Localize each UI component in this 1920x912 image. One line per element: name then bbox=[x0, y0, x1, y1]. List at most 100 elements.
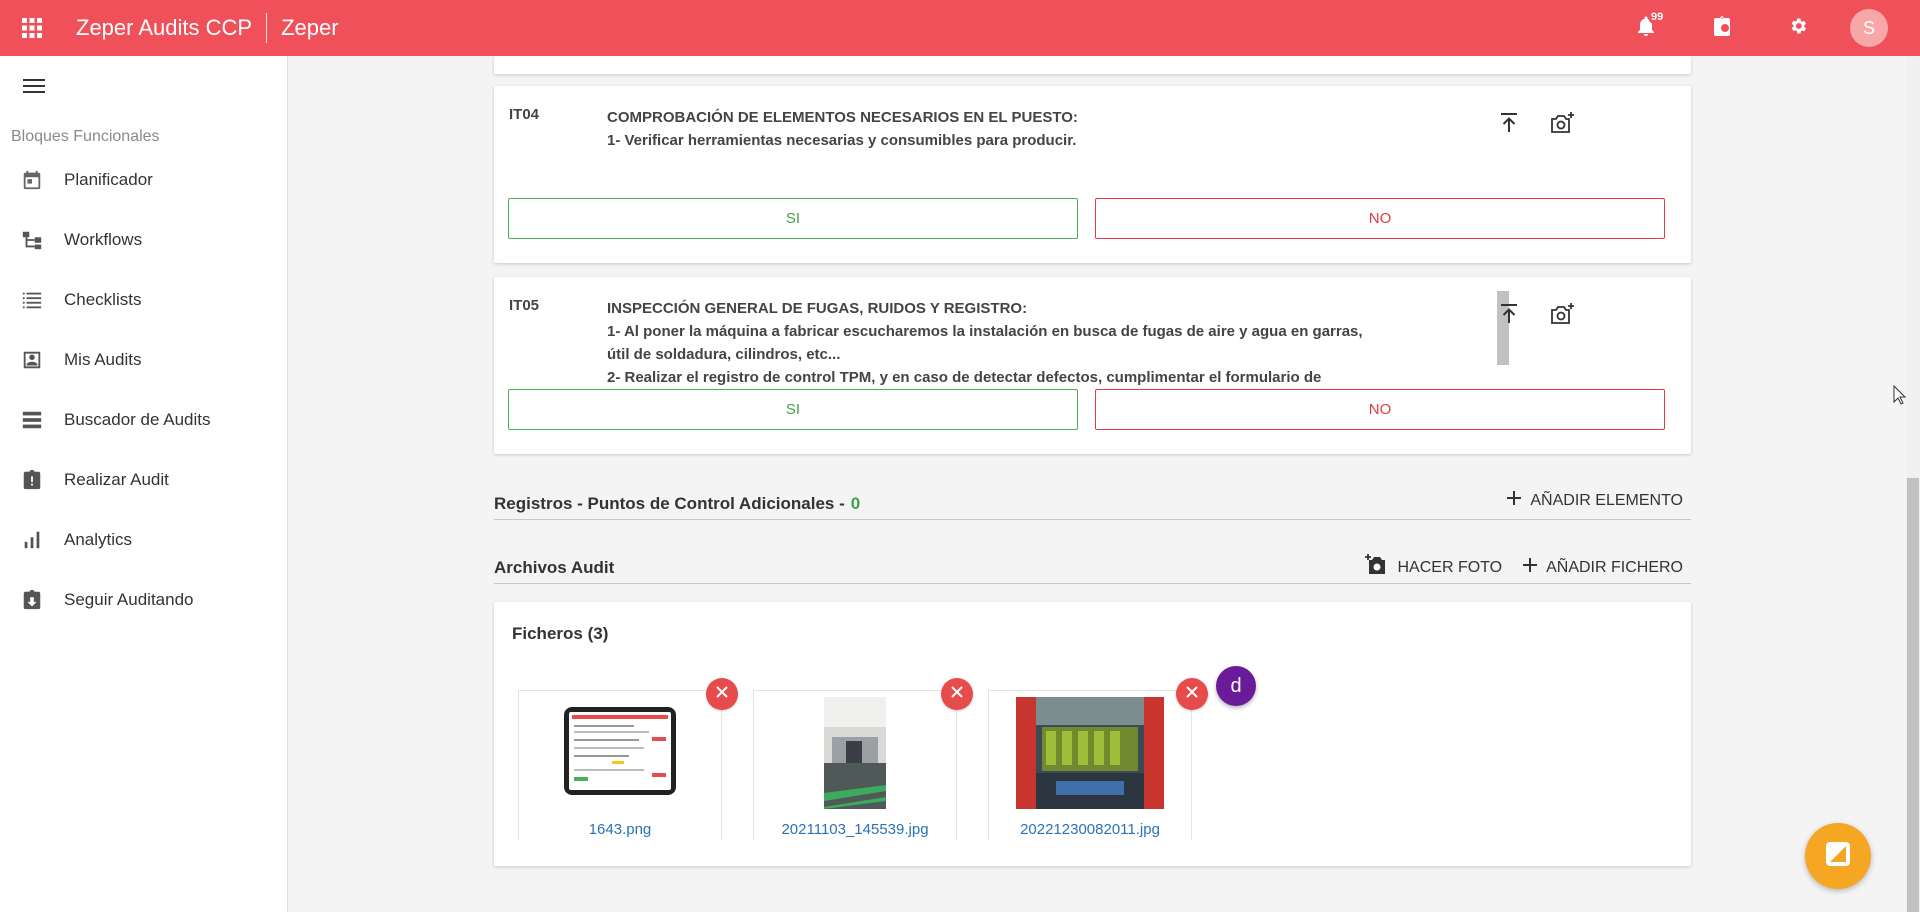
sidebar: Bloques Funcionales Planificador Workflo… bbox=[0, 56, 288, 912]
add-photo-icon[interactable] bbox=[1548, 108, 1578, 138]
add-file-button[interactable]: AÑADIR FICHERO bbox=[1522, 554, 1683, 581]
app-title-main: Zeper Audits bbox=[76, 15, 200, 40]
sidebar-item-label: Checklists bbox=[64, 290, 142, 309]
sidebar-item-label: Workflows bbox=[64, 230, 143, 249]
clipboard-download-icon bbox=[0, 589, 64, 611]
chat-logo-icon bbox=[1824, 840, 1852, 873]
file-item[interactable]: 20211103_145539.jpg bbox=[753, 690, 957, 840]
camera-add-icon bbox=[1365, 554, 1389, 581]
archivos-header: Archivos Audit HACER FOTO AÑADIR FICHERO bbox=[494, 552, 1691, 584]
page-scrollbar-thumb[interactable] bbox=[1907, 478, 1919, 912]
no-button[interactable]: NO bbox=[1095, 198, 1665, 239]
file-thumbnail[interactable] bbox=[564, 707, 676, 800]
file-name-link[interactable]: 20221230082011.jpg bbox=[989, 821, 1191, 838]
files-card: Ficheros (3) 1643.png 20211103_145539.jp… bbox=[494, 602, 1691, 866]
file-name-link[interactable]: 20211103_145539.jpg bbox=[754, 821, 956, 838]
question-line: INSPECCIÓN GENERAL DE FUGAS, RUIDOS Y RE… bbox=[607, 300, 1028, 317]
sidebar-section-label: Bloques Funcionales bbox=[11, 128, 160, 145]
notifications-button[interactable]: 99 bbox=[1608, 0, 1684, 56]
close-icon bbox=[1185, 685, 1199, 704]
close-icon bbox=[950, 685, 964, 704]
upload-icon[interactable] bbox=[1494, 299, 1524, 329]
calendar-icon bbox=[0, 169, 64, 191]
file-thumbnail[interactable] bbox=[1016, 697, 1164, 814]
plus-icon bbox=[1506, 490, 1522, 511]
page-scrollbar[interactable] bbox=[1906, 56, 1920, 912]
file-name-link[interactable]: 1643.png bbox=[519, 821, 721, 838]
sidebar-item-label: Buscador de Audits bbox=[64, 410, 211, 429]
add-element-label: AÑADIR ELEMENTO bbox=[1530, 491, 1683, 509]
registros-title: Registros - Puntos de Control Adicionale… bbox=[494, 493, 845, 513]
add-element-button[interactable]: AÑADIR ELEMENTO bbox=[1506, 490, 1683, 511]
storage-icon bbox=[0, 409, 64, 431]
list-icon bbox=[0, 289, 64, 311]
question-line: 2- Realizar el registro de control TPM, … bbox=[607, 369, 1322, 385]
sidebar-item-label: Realizar Audit bbox=[64, 470, 169, 489]
sidebar-item-label: Analytics bbox=[64, 530, 133, 549]
sidebar-item-analytics[interactable]: Analytics bbox=[0, 510, 288, 570]
sidebar-item-seguir-auditando[interactable]: Seguir Auditando bbox=[0, 570, 288, 630]
files-title: Ficheros (3) bbox=[512, 624, 609, 643]
apps-grid-icon[interactable] bbox=[0, 0, 64, 56]
top-app-bar: Zeper Audits CCP Zeper 99 S bbox=[0, 0, 1920, 56]
take-photo-button[interactable]: HACER FOTO bbox=[1365, 554, 1502, 581]
bar-chart-icon bbox=[0, 529, 64, 551]
sidebar-item-mis-audits[interactable]: Mis Audits bbox=[0, 330, 288, 390]
question-code: IT04 bbox=[509, 106, 540, 123]
sidebar-item-realizar-audit[interactable]: Realizar Audit bbox=[0, 450, 288, 510]
plus-icon bbox=[1522, 557, 1538, 578]
no-button[interactable]: NO bbox=[1095, 389, 1665, 430]
archivos-title: Archivos Audit bbox=[494, 557, 615, 577]
extension-chip[interactable]: d bbox=[1216, 666, 1256, 706]
sidebar-item-label: Planificador bbox=[64, 170, 153, 189]
hamburger-menu-icon[interactable] bbox=[20, 72, 48, 100]
settings-button[interactable] bbox=[1760, 0, 1836, 56]
question-card-it04: IT04 COMPROBACIÓN DE ELEMENTOS NECESARIO… bbox=[494, 86, 1691, 263]
question-line: 1- Al poner la máquina a fabricar escuch… bbox=[607, 323, 1363, 340]
clipboard-clock-icon bbox=[1713, 15, 1731, 41]
sidebar-item-workflows[interactable]: Workflows bbox=[0, 210, 288, 270]
app-title[interactable]: Zeper Audits CCP bbox=[76, 15, 252, 41]
user-avatar[interactable]: S bbox=[1850, 9, 1888, 47]
question-line: COMPROBACIÓN DE ELEMENTOS NECESARIOS EN … bbox=[607, 109, 1078, 126]
file-thumbnail[interactable] bbox=[824, 697, 886, 814]
notification-badge: 99 bbox=[1648, 10, 1667, 24]
registros-header: Registros - Puntos de Control Adicionale… bbox=[494, 488, 1691, 520]
sidebar-item-checklists[interactable]: Checklists bbox=[0, 270, 288, 330]
app-title-suffix: CCP bbox=[199, 15, 253, 40]
sidebar-item-label: Seguir Auditando bbox=[64, 590, 194, 609]
delete-file-button[interactable] bbox=[941, 678, 973, 710]
mouse-cursor-icon bbox=[1893, 384, 1907, 410]
title-divider bbox=[266, 13, 268, 43]
registros-count: 0 bbox=[850, 493, 861, 513]
zendesk-chat-button[interactable] bbox=[1805, 823, 1871, 889]
clipboard-button[interactable] bbox=[1684, 0, 1760, 56]
yes-button[interactable]: SI bbox=[508, 198, 1078, 239]
question-text: COMPROBACIÓN DE ELEMENTOS NECESARIOS EN … bbox=[607, 106, 1377, 152]
clipboard-alert-icon bbox=[0, 469, 64, 491]
question-line: útil de soldadura, cilindros, etc... bbox=[607, 346, 841, 363]
question-text: INSPECCIÓN GENERAL DE FUGAS, RUIDOS Y RE… bbox=[607, 297, 1377, 385]
question-line: 1- Verificar herramientas necesarias y c… bbox=[607, 132, 1077, 149]
account-box-icon bbox=[0, 349, 64, 371]
close-icon bbox=[715, 685, 729, 704]
organization-name: Zeper bbox=[281, 15, 339, 40]
yes-button[interactable]: SI bbox=[508, 389, 1078, 430]
main-content: IT04 COMPROBACIÓN DE ELEMENTOS NECESARIO… bbox=[289, 56, 1904, 912]
gear-icon bbox=[1788, 16, 1808, 41]
take-photo-label: HACER FOTO bbox=[1397, 558, 1503, 576]
question-card-it05: IT05 INSPECCIÓN GENERAL DE FUGAS, RUIDOS… bbox=[494, 277, 1691, 454]
question-code: IT05 bbox=[509, 297, 540, 314]
sidebar-item-planificador[interactable]: Planificador bbox=[0, 150, 288, 210]
add-photo-icon[interactable] bbox=[1548, 299, 1578, 329]
delete-file-button[interactable] bbox=[1176, 678, 1208, 710]
sidebar-item-label: Mis Audits bbox=[64, 350, 142, 369]
file-item[interactable]: 20221230082011.jpg bbox=[988, 690, 1192, 840]
delete-file-button[interactable] bbox=[706, 678, 738, 710]
workflow-icon bbox=[0, 229, 64, 251]
file-item[interactable]: 1643.png bbox=[518, 690, 722, 840]
sidebar-item-buscador-de-audits[interactable]: Buscador de Audits bbox=[0, 390, 288, 450]
previous-question-card bbox=[494, 56, 1691, 74]
upload-icon[interactable] bbox=[1494, 108, 1524, 138]
add-file-label: AÑADIR FICHERO bbox=[1546, 558, 1683, 576]
